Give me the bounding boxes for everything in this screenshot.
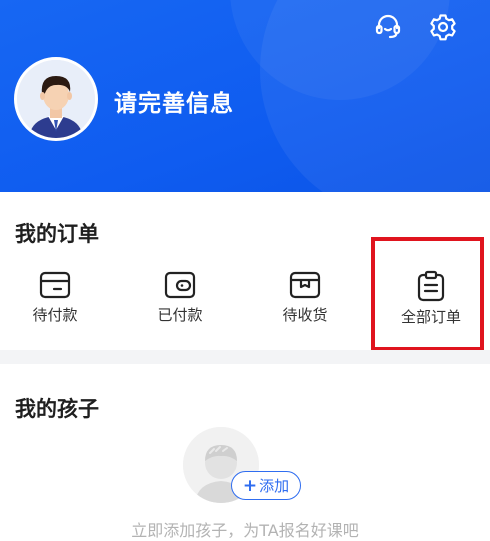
user-avatar-icon [17, 60, 95, 138]
add-child-hint: 立即添加孩子，为TA报名好课吧 [131, 521, 359, 540]
highlight-box [371, 237, 484, 351]
add-child-button[interactable]: + 添加 [231, 471, 301, 500]
plus-icon: + [242, 475, 258, 496]
card-icon [39, 271, 71, 299]
settings-button[interactable] [426, 10, 460, 44]
order-paid[interactable]: 已付款 [135, 270, 225, 325]
profile-header: 请完善信息 [0, 0, 490, 192]
box-icon [289, 271, 321, 299]
section-divider [0, 350, 490, 364]
customer-service-button[interactable] [371, 10, 405, 44]
gear-icon [430, 14, 456, 41]
wallet-icon [164, 271, 196, 299]
user-name[interactable]: 请完善信息 [114, 84, 234, 118]
avatar[interactable] [14, 57, 98, 141]
my-kids-section: 我的孩子 + 添加 立即添加孩子，为TA报名好课吧 [0, 364, 490, 540]
order-label: 已付款 [157, 306, 203, 324]
section-title: 我的孩子 [15, 397, 99, 421]
add-child-label: 添加 [259, 477, 290, 495]
order-label: 待付款 [32, 306, 78, 324]
order-pending-receipt[interactable]: 待收货 [260, 270, 350, 325]
headset-icon [375, 14, 401, 39]
order-label: 待收货 [282, 306, 328, 324]
section-title: 我的订单 [15, 222, 99, 246]
order-pending-payment[interactable]: 待付款 [10, 270, 100, 325]
